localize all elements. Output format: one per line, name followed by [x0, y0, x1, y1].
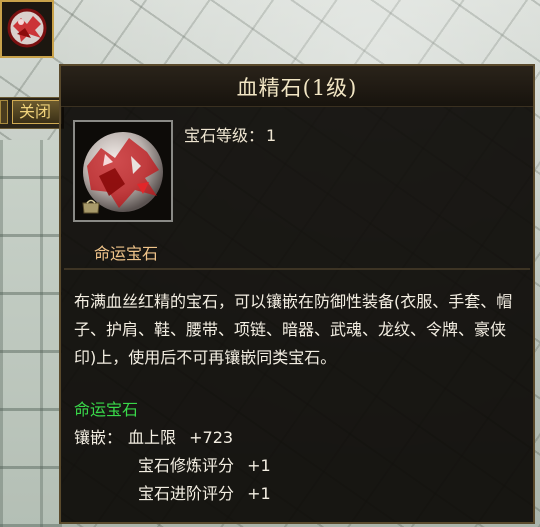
inlay-stat: 宝石进阶评分 +1 — [138, 480, 271, 504]
stone-floor — [0, 140, 62, 527]
gem-level-label: 宝石等级： — [184, 126, 265, 145]
gem-level-value: 1 — [266, 126, 277, 145]
inlay-stat-value: +723 — [189, 428, 234, 447]
bag-icon — [82, 199, 100, 214]
close-button[interactable]: 关闭 — [12, 100, 62, 124]
inlay-stat-value: +1 — [247, 456, 271, 475]
item-icon-frame — [73, 120, 173, 222]
inlay-label: 镶嵌： — [74, 428, 123, 447]
item-tooltip: 血精石(1级) 宝石等级： 1 命运宝石 布满血丝红精的宝石，可以镶嵌在防御性装… — [59, 64, 535, 524]
item-slot[interactable] — [0, 0, 54, 58]
blood-essence-gem-icon — [7, 8, 47, 48]
inlay-stat-name: 宝石修炼评分 — [138, 456, 235, 475]
inlay-stat: 血上限 +723 — [128, 424, 233, 448]
item-title: 血精石(1级) — [236, 76, 358, 100]
gem-level: 宝石等级： 1 — [182, 122, 276, 146]
item-description: 布满血丝红精的宝石，可以镶嵌在防御性装备(衣服、手套、帽子、护肩、鞋、腰带、项链… — [74, 292, 513, 367]
inlay-stat-name: 宝石进阶评分 — [138, 484, 235, 503]
description-section: 布满血丝红精的宝石，可以镶嵌在防御性装备(衣服、手套、帽子、护肩、鞋、腰带、项链… — [64, 268, 530, 524]
prev-button[interactable] — [0, 100, 8, 124]
inlay-stat: 宝石修炼评分 +1 — [138, 452, 271, 476]
gem-type: 命运宝石 — [74, 400, 139, 419]
inlay-stat-value: +1 — [247, 484, 271, 503]
gem-category: 命运宝石 — [94, 244, 159, 263]
tooltip-header: 血精石(1级) — [61, 66, 533, 107]
inlay-stat-name: 血上限 — [128, 428, 177, 447]
